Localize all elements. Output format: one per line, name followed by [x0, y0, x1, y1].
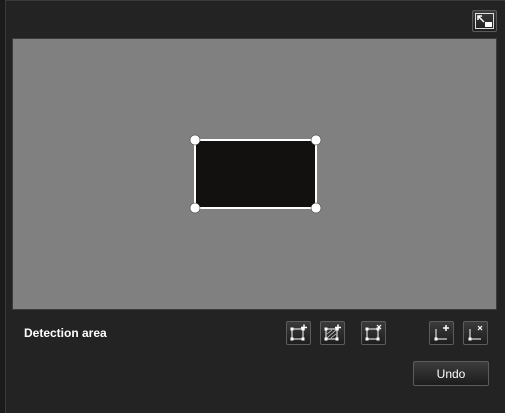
delete-vertex-button[interactable] — [463, 321, 488, 345]
add-mask-area-button[interactable] — [320, 321, 345, 345]
expand-button[interactable] — [472, 10, 497, 32]
left-panel-edge — [0, 0, 6, 413]
detection-area-rect[interactable] — [194, 139, 317, 209]
vertex-handle[interactable] — [189, 202, 201, 214]
add-area-button[interactable] — [286, 321, 311, 345]
delete-area-button[interactable] — [361, 321, 386, 345]
add-vertex-icon — [434, 325, 449, 341]
expand-icon — [475, 13, 494, 29]
vertex-handle[interactable] — [310, 134, 322, 146]
detection-area-label: Detection area — [24, 326, 107, 340]
add-mask-area-icon — [324, 324, 341, 341]
vertex-handle[interactable] — [189, 134, 201, 146]
camera-preview[interactable] — [12, 38, 497, 310]
top-divider — [6, 0, 505, 1]
vertex-handle[interactable] — [310, 202, 322, 214]
add-vertex-button[interactable] — [429, 321, 454, 345]
delete-area-icon — [365, 324, 382, 341]
delete-vertex-icon — [468, 325, 483, 341]
add-area-icon — [290, 324, 307, 341]
undo-button[interactable]: Undo — [413, 361, 489, 386]
